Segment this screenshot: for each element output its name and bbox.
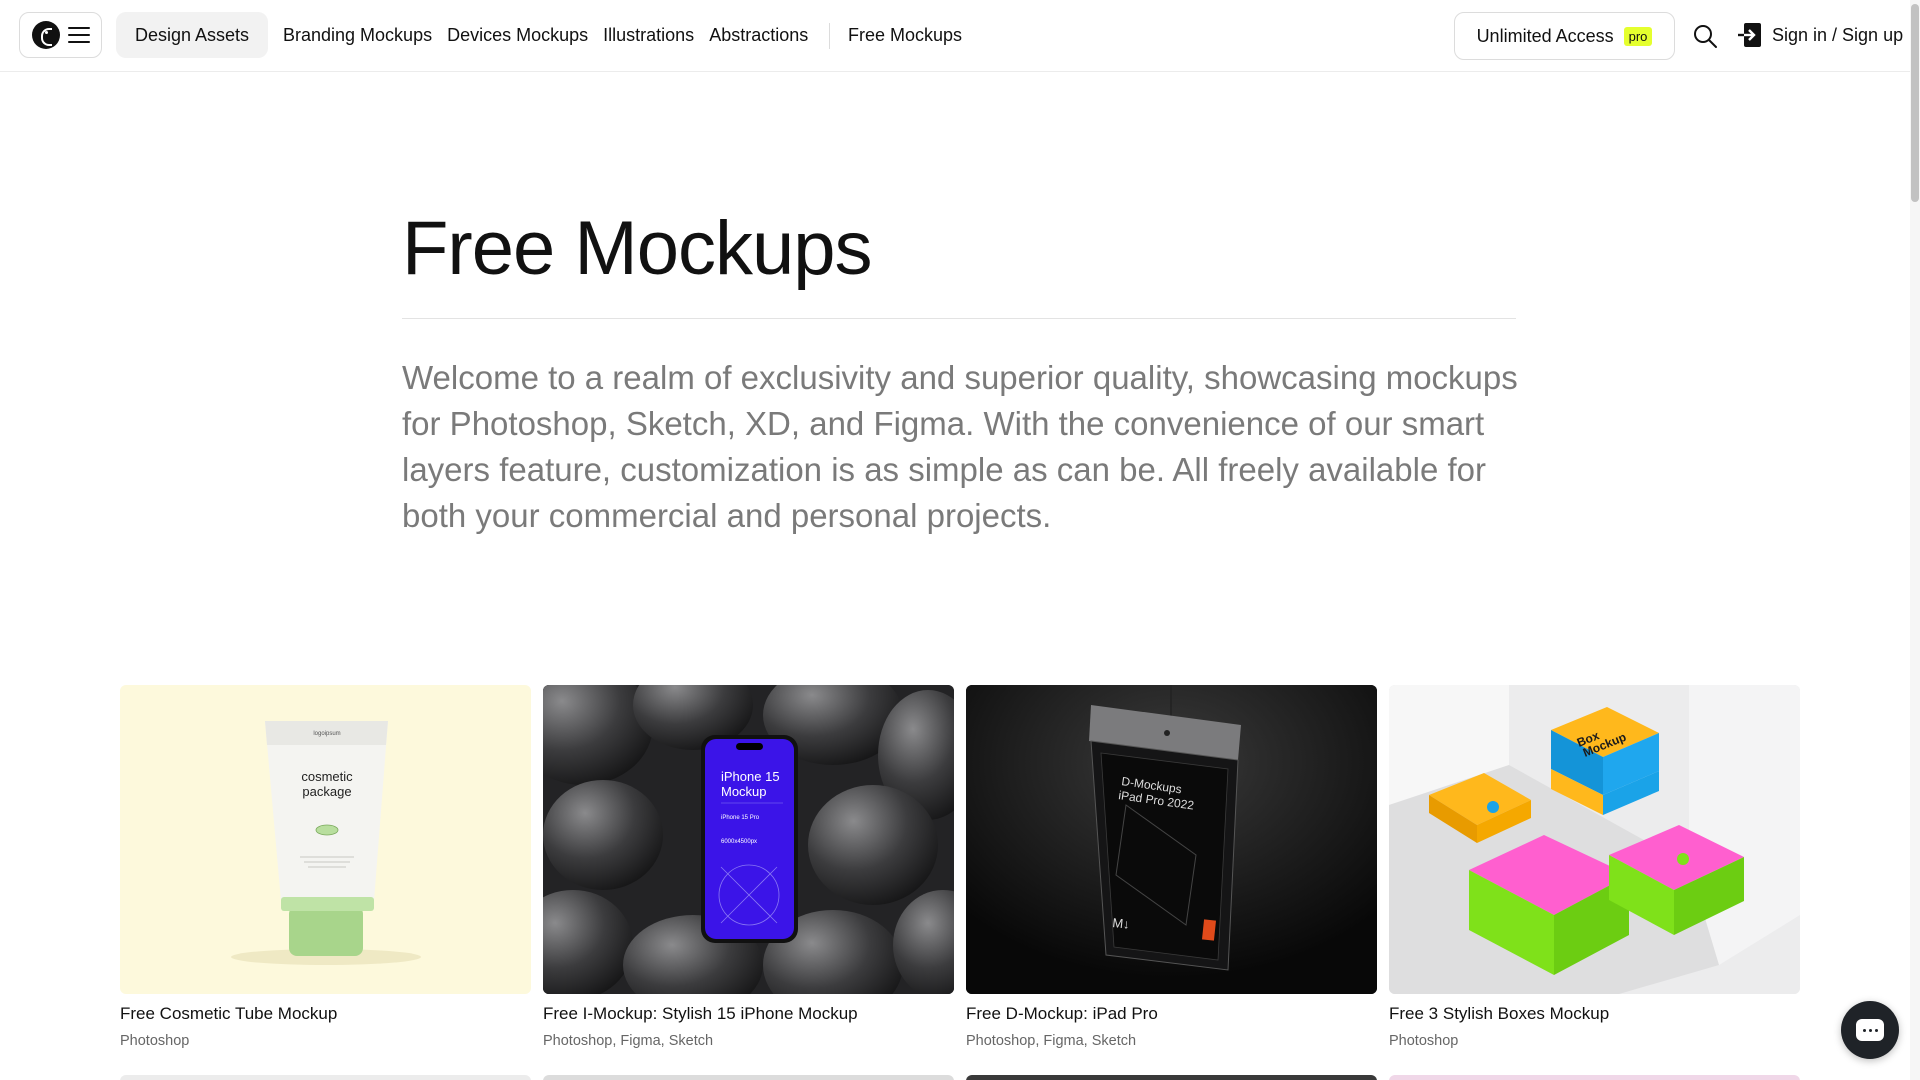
page-description: Welcome to a realm of exclusivity and su… — [402, 359, 1518, 534]
thumb-text: iPhone 15 — [721, 769, 780, 784]
next-row-card[interactable] — [966, 1075, 1377, 1080]
top-navigation: Design Assets Branding Mockups Devices M… — [0, 0, 1910, 72]
page-scrollbar[interactable] — [1910, 0, 1920, 1080]
card-title[interactable]: Free I-Mockup: Stylish 15 iPhone Mockup — [543, 1004, 954, 1024]
mockup-card[interactable]: D-Mockups iPad Pro 2022 M↓ Free D-Mockup… — [966, 685, 1377, 1049]
thumb-text: M↓ — [1112, 915, 1131, 932]
main-menu-button[interactable] — [19, 12, 102, 58]
cosmetic-tube-image: logoipsum cosmetic package — [231, 721, 421, 965]
card-thumbnail[interactable]: iPhone 15 Mockup iPhone 15 Pro 6000x4500… — [543, 685, 954, 994]
title-divider — [402, 318, 1516, 319]
next-row-card[interactable] — [120, 1075, 531, 1080]
card-tags: Photoshop, Figma, Sketch — [966, 1033, 1137, 1049]
ls-logo-icon — [32, 21, 60, 49]
category-nav: Branding Mockups Devices Mockups Illustr… — [283, 12, 823, 58]
sign-in-link[interactable]: Sign in / Sign up — [1738, 20, 1903, 50]
card-tags: Photoshop — [1389, 1033, 1459, 1049]
unlimited-access-button[interactable]: Unlimited Access pro — [1454, 12, 1675, 60]
mockup-card[interactable]: Box Mockup Free 3 Stylish Boxes Mockup P… — [1389, 685, 1800, 1049]
nav-abstractions[interactable]: Abstractions — [709, 25, 808, 46]
hamburger-icon — [68, 27, 90, 43]
scrollbar-thumb[interactable] — [1911, 4, 1919, 202]
sign-in-label: Sign in / Sign up — [1772, 24, 1904, 45]
thumb-brand: logoipsum — [313, 731, 340, 737]
ipad-mockup-image: D-Mockups iPad Pro 2022 M↓ — [966, 685, 1377, 994]
nav-illustrations[interactable]: Illustrations — [603, 25, 694, 46]
mockup-card[interactable]: iPhone 15 Mockup iPhone 15 Pro 6000x4500… — [543, 685, 954, 1049]
sign-in-icon — [1738, 23, 1761, 47]
nav-branding-mockups[interactable]: Branding Mockups — [283, 25, 432, 46]
card-title[interactable]: Free 3 Stylish Boxes Mockup — [1389, 1004, 1800, 1024]
mockup-card[interactable]: logoipsum cosmetic package Free Cosmetic… — [120, 685, 531, 1049]
chat-icon — [1856, 1019, 1884, 1041]
unlimited-access-label: Unlimited Access — [1476, 25, 1614, 46]
card-title[interactable]: Free D-Mockup: iPad Pro — [966, 1004, 1377, 1024]
thumb-text: 6000x4500px — [721, 839, 757, 845]
card-tags: Photoshop, Figma, Sketch — [543, 1033, 714, 1049]
page-title: Free Mockups — [402, 206, 872, 291]
tab-design-assets[interactable]: Design Assets — [116, 12, 268, 58]
thumb-text: iPhone 15 Pro — [721, 815, 760, 821]
pro-badge: pro — [1623, 26, 1653, 46]
card-thumbnail[interactable]: logoipsum cosmetic package — [120, 685, 531, 994]
card-title[interactable]: Free Cosmetic Tube Mockup — [120, 1004, 531, 1024]
thumb-text: Mockup — [721, 784, 767, 799]
next-row-card[interactable] — [1389, 1075, 1800, 1080]
thumb-text: cosmetic — [301, 769, 353, 784]
thumb-text: package — [302, 784, 351, 799]
search-icon[interactable] — [1692, 23, 1718, 49]
next-row-card[interactable] — [543, 1075, 954, 1080]
card-tags: Photoshop — [120, 1033, 190, 1049]
nav-free-mockups[interactable]: Free Mockups — [848, 12, 962, 58]
nav-devices-mockups[interactable]: Devices Mockups — [447, 25, 588, 46]
boxes-mockup-image: Box Mockup — [1389, 685, 1800, 994]
iphone-mockup-image: iPhone 15 Mockup iPhone 15 Pro 6000x4500… — [543, 685, 954, 994]
card-thumbnail[interactable]: Box Mockup — [1389, 685, 1800, 994]
card-thumbnail[interactable]: D-Mockups iPad Pro 2022 M↓ — [966, 685, 1377, 994]
chat-widget-button[interactable] — [1841, 1001, 1899, 1059]
nav-divider — [829, 23, 830, 49]
